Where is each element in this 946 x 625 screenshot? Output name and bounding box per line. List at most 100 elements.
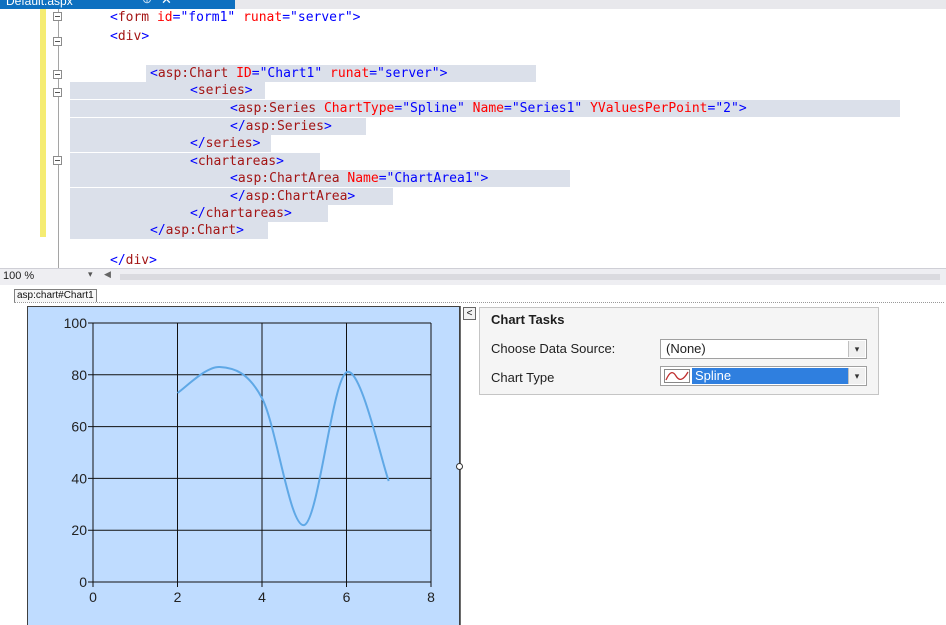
code-token: >: [141, 29, 150, 44]
code-token: series: [205, 136, 253, 151]
code-token: </: [110, 253, 126, 268]
code-token: =: [378, 171, 387, 186]
code-token: </: [190, 206, 206, 221]
x-tick-label: 8: [427, 589, 435, 605]
code-token: <: [190, 154, 198, 169]
code-token: YValuesPerPoint: [590, 101, 708, 116]
pin-icon[interactable]: ⊕: [142, 0, 152, 6]
code-token: Name: [472, 101, 504, 116]
chart-type-select[interactable]: Spline ▾: [660, 366, 867, 386]
code-token: =: [369, 66, 378, 81]
code-token: >: [236, 223, 244, 238]
collapse-icon[interactable]: [53, 88, 62, 97]
code-token: asp:Series: [245, 119, 324, 134]
code-line[interactable]: <chartareas>: [190, 153, 284, 171]
y-tick-label: 60: [71, 419, 87, 435]
chevron-down-icon[interactable]: ▾: [848, 368, 865, 384]
code-line[interactable]: <asp:ChartArea Name="ChartArea1">: [230, 170, 488, 188]
collapse-icon[interactable]: [53, 12, 62, 21]
y-tick-label: 80: [71, 367, 87, 383]
code-token: >: [276, 154, 284, 169]
code-token: =: [503, 101, 512, 116]
code-token: <: [110, 29, 118, 44]
code-token: "Chart1": [259, 66, 323, 81]
code-line[interactable]: </div>: [110, 252, 157, 268]
code-line[interactable]: </asp:Chart>: [150, 222, 244, 240]
code-token: =: [251, 66, 260, 81]
code-token: >: [347, 189, 356, 204]
element-breadcrumb[interactable]: asp:chart#Chart1: [14, 289, 97, 302]
horizontal-scrollbar[interactable]: [120, 274, 940, 280]
code-line[interactable]: </chartareas>: [190, 205, 292, 223]
collapse-icon[interactable]: [53, 156, 62, 165]
code-token: <: [230, 101, 238, 116]
spline-chart-icon: [664, 369, 690, 383]
code-token: <: [150, 66, 158, 81]
code-token: <: [190, 83, 198, 98]
code-token: chartareas: [205, 206, 284, 221]
code-token: <: [230, 171, 238, 186]
code-token: "ChartArea1": [386, 171, 481, 186]
data-source-label: Choose Data Source:: [491, 341, 616, 356]
code-line[interactable]: <div>: [110, 28, 149, 46]
document-tab-title: Default.aspx: [6, 0, 73, 8]
code-line[interactable]: <asp:Chart ID="Chart1" runat="server">: [150, 65, 447, 83]
code-line[interactable]: <asp:Series ChartType="Spline" Name="Ser…: [230, 100, 747, 118]
code-token: asp:Chart: [165, 223, 237, 238]
code-line[interactable]: </series>: [190, 135, 260, 153]
code-token: >: [283, 206, 292, 221]
code-line[interactable]: <form id="form1" runat="server">: [110, 9, 361, 27]
code-token: >: [244, 83, 253, 98]
code-token: >: [149, 253, 157, 268]
zoom-bar: 100 % ▾ ◀: [0, 268, 946, 285]
scroll-left-icon[interactable]: ◀: [104, 269, 111, 280]
zoom-level[interactable]: 100 %: [3, 270, 34, 282]
code-line[interactable]: </asp:ChartArea>: [230, 188, 355, 206]
design-surface[interactable]: asp:chart#Chart1 0 20 40 60 80 100 0 2 4 6 8 < Cha…: [0, 285, 946, 625]
collapse-icon[interactable]: [53, 70, 62, 79]
data-source-select[interactable]: (None) ▾: [660, 339, 867, 359]
code-token: </: [190, 136, 206, 151]
code-line[interactable]: </asp:Series>: [230, 118, 332, 136]
code-token: id: [156, 10, 173, 25]
source-editor[interactable]: <form id="form1" runat="server"> <div> <as…: [0, 9, 946, 268]
code-token: "2": [715, 101, 739, 116]
code-line[interactable]: <series>: [190, 82, 253, 100]
code-token: >: [252, 136, 261, 151]
code-token: runat: [243, 10, 283, 25]
code-token: div: [125, 253, 150, 268]
code-token: >: [738, 101, 747, 116]
code-token: ID: [236, 66, 252, 81]
chart-tasks-title: Chart Tasks: [491, 312, 565, 327]
x-tick-label: 4: [258, 589, 266, 605]
x-tick-label: 2: [174, 589, 182, 605]
spline-chart: 0 20 40 60 80 100 0 2 4 6 8: [64, 315, 435, 605]
code-token: </: [230, 119, 246, 134]
document-tab-default-aspx[interactable]: Default.aspx ⊕ ✕: [0, 0, 235, 9]
zoom-dropdown-icon[interactable]: ▾: [88, 269, 93, 280]
code-token: ChartType: [323, 101, 395, 116]
code-token: asp:ChartArea: [237, 171, 340, 186]
y-tick-label: 0: [79, 574, 87, 590]
code-token: >: [480, 171, 489, 186]
chevron-down-icon[interactable]: ▾: [848, 341, 865, 357]
x-tick-label: 0: [89, 589, 97, 605]
series-line: [176, 366, 390, 526]
code-token: asp:Chart: [157, 66, 229, 81]
code-token: <: [110, 10, 118, 25]
data-source-value: (None): [666, 341, 706, 356]
code-token: Name: [347, 171, 379, 186]
code-token: asp:ChartArea: [245, 189, 348, 204]
smart-tag-toggle[interactable]: <: [463, 307, 476, 320]
resize-handle[interactable]: [456, 463, 463, 470]
collapse-icon[interactable]: [53, 37, 62, 46]
close-icon[interactable]: ✕: [161, 0, 172, 8]
design-divider: [14, 302, 944, 303]
